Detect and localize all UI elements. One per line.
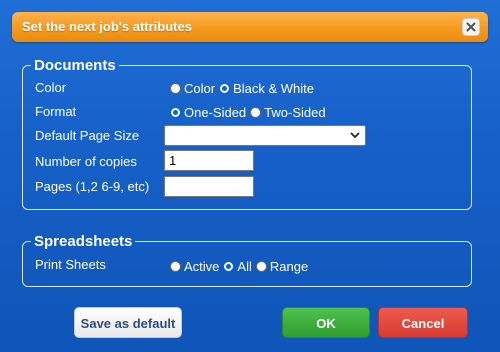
page-size-label: Default Page Size [35,128,140,143]
print-sheets-radio-group: Active All Range [170,259,312,274]
ok-button[interactable]: OK [282,307,370,338]
close-icon [466,22,476,32]
color-option-bw[interactable]: Black & White [219,81,314,96]
radio-black-white[interactable] [219,83,231,94]
documents-legend: Documents [34,57,116,74]
radio-color[interactable] [170,83,181,94]
page-size-select[interactable] [164,125,366,146]
color-radio-group: Color Black & White [170,81,318,96]
radio-all[interactable] [223,261,235,272]
print-sheets-option-active[interactable]: Active [170,259,219,274]
print-sheets-option-active-label: Active [184,259,220,274]
pages-label: Pages (1,2 6-9, etc) [35,179,150,194]
copies-input[interactable]: 1 [164,150,254,171]
format-radio-group: One-Sided Two-Sided [170,105,330,120]
pages-input[interactable] [164,176,254,197]
radio-one-sided[interactable] [170,107,181,118]
copies-label: Number of copies [35,154,137,169]
format-option-two-sided-label: Two-Sided [264,105,326,120]
print-sheets-option-range[interactable]: Range [255,259,309,274]
spreadsheets-legend: Spreadsheets [34,233,133,250]
format-option-one-sided[interactable]: One-Sided [170,105,246,120]
format-option-one-sided-label: One-Sided [184,105,247,120]
print-sheets-label: Print Sheets [35,257,106,272]
radio-two-sided[interactable] [250,107,262,118]
format-label: Format [35,104,77,119]
color-option-color[interactable]: Color [170,81,215,96]
cancel-button[interactable]: Cancel [378,307,468,338]
print-sheets-option-all[interactable]: All [223,259,252,274]
color-option-bw-label: Black & White [233,81,314,96]
color-label: Color [35,80,67,95]
radio-range[interactable] [255,261,267,272]
dialog-title: Set the next job's attributes [22,19,192,34]
print-sheets-option-range-label: Range [269,259,309,274]
color-option-color-label: Color [184,81,216,96]
print-sheets-option-all-label: All [237,259,252,274]
close-button[interactable] [462,18,480,36]
radio-active[interactable] [170,261,181,272]
dialog-title-bar: Set the next job's attributes [12,12,488,42]
chevron-down-icon [350,132,360,139]
save-as-default-button[interactable]: Save as default [74,307,182,338]
format-option-two-sided[interactable]: Two-Sided [250,105,326,120]
